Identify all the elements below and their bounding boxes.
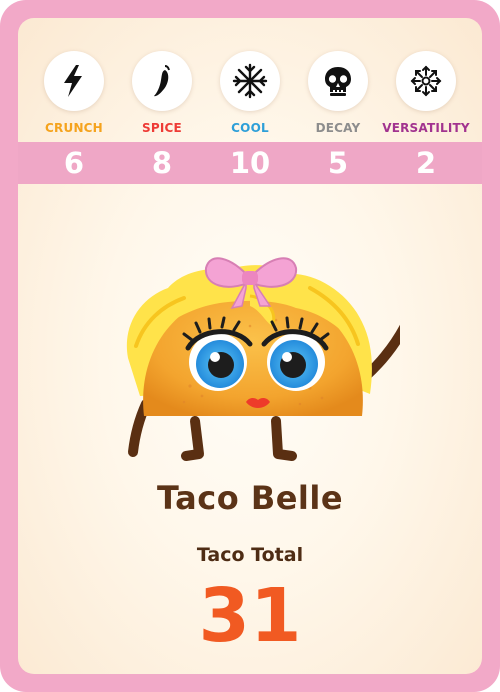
- stat-label-decay: DECAY: [315, 121, 361, 135]
- chili-pepper-icon: [132, 51, 192, 111]
- stat-value-spice: 8: [151, 146, 173, 180]
- taco-belle-character: [126, 257, 400, 461]
- stat-label-versatility: VERSATILITY: [382, 121, 470, 135]
- right-leg: [271, 416, 297, 461]
- stat-label-cool: COOL: [231, 121, 269, 135]
- stat-cool: COOL 10: [204, 18, 296, 182]
- character-name: Taco Belle: [156, 479, 344, 517]
- card-face: CRUNCH 6 SPICE 8 COOL 10 DECAY 5 VERSATI…: [18, 18, 482, 674]
- stat-versatility: VERSATILITY 2: [380, 18, 472, 182]
- taco-total-value: 31: [198, 573, 302, 659]
- lightning-icon: [44, 51, 104, 111]
- snowflake-icon: [220, 51, 280, 111]
- stat-decay: DECAY 5: [292, 18, 384, 182]
- stat-value-cool: 10: [229, 146, 271, 180]
- left-leg: [181, 416, 204, 461]
- stat-spice: SPICE 8: [116, 18, 208, 182]
- stat-value-versatility: 2: [415, 146, 437, 180]
- taco-card: CRUNCH 6 SPICE 8 COOL 10 DECAY 5 VERSATI…: [0, 0, 500, 692]
- skull-icon: [308, 51, 368, 111]
- stat-crunch: CRUNCH 6: [28, 18, 120, 182]
- taco-total-label: Taco Total: [196, 544, 304, 566]
- stat-value-crunch: 6: [63, 146, 85, 180]
- stat-label-crunch: CRUNCH: [45, 121, 103, 135]
- stat-value-decay: 5: [327, 146, 349, 180]
- stats-row: CRUNCH 6 SPICE 8 COOL 10 DECAY 5 VERSATI…: [18, 18, 482, 182]
- arrows-out-icon: [396, 51, 456, 111]
- stat-label-spice: SPICE: [142, 121, 182, 135]
